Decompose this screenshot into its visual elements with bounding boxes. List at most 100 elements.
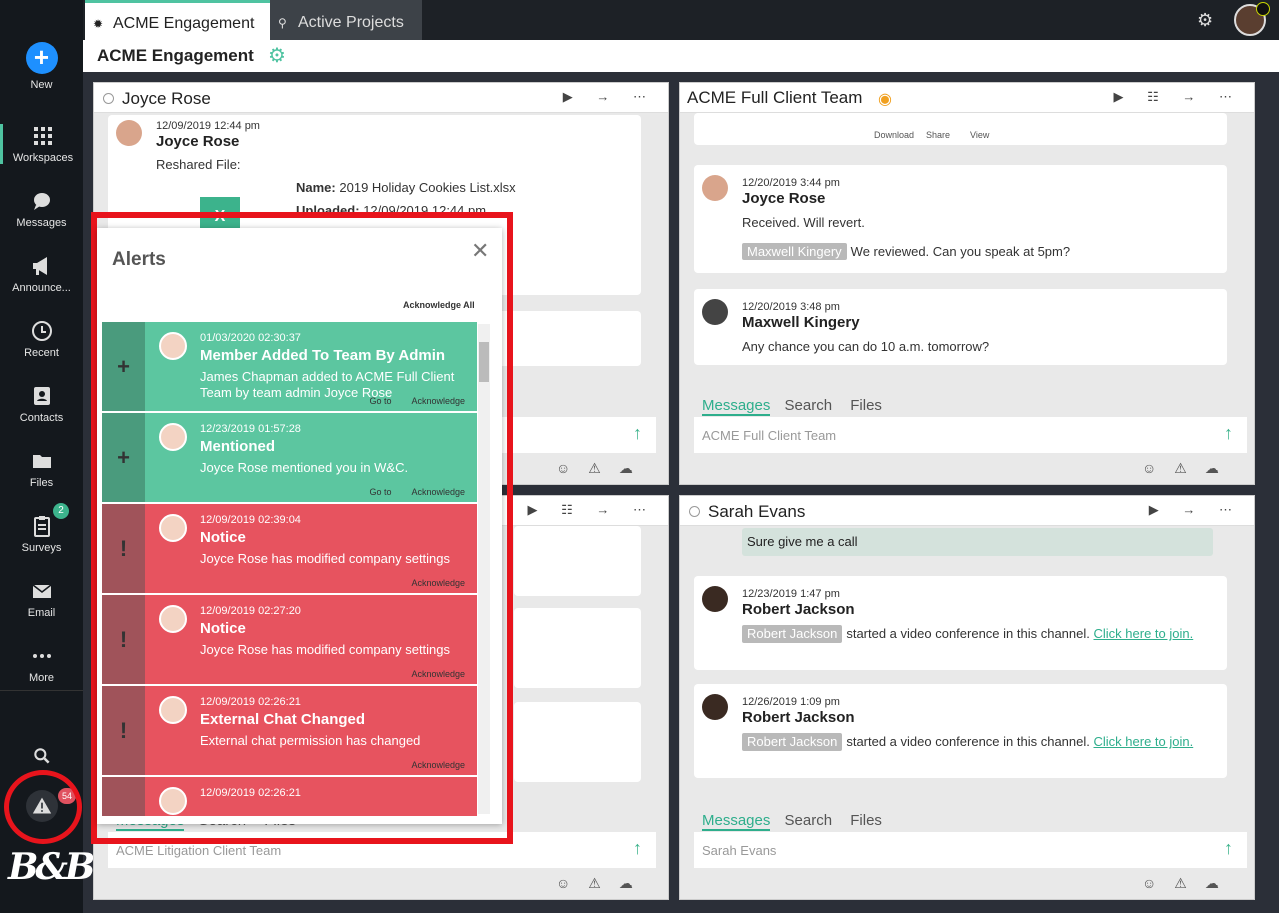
new-button[interactable]: + New [0,42,83,91]
alert-item[interactable]: 12/09/2019 02:26:21 [102,777,477,816]
alert-item[interactable]: + 12/23/2019 01:57:28 Mentioned Joyce Ro… [102,413,477,502]
exclamation-icon: ! [102,504,145,593]
input-placeholder: Sarah Evans [702,843,777,858]
input-tools[interactable]: ☺⚠☁ [1142,875,1237,892]
sidebar: + New Workspaces Messages Announce... Re… [0,0,95,913]
acknowledge-link[interactable]: Acknowledge [411,487,465,497]
workspace-settings-icon[interactable]: ⚙ [268,43,286,68]
scrollbar-thumb[interactable] [479,342,489,382]
alert-actions: Go to Acknowledge [349,396,465,406]
goto-link[interactable]: Go to [369,396,391,406]
plus-icon: + [102,322,145,411]
input-tools[interactable]: ☺⚠☁ [1142,460,1237,477]
status-clock-icon [1256,2,1270,16]
send-arrow-icon[interactable]: ↑ [633,838,642,859]
sidebar-label-contacts: Contacts [19,412,64,424]
alert-actions: Acknowledge [391,760,465,770]
panel-actions[interactable]: ▶ → ⋯ [1149,502,1242,518]
sidebar-label-more: More [28,672,55,684]
avatar [159,696,187,724]
alert-heading: Mentioned [200,438,275,455]
sidebar-item-contacts[interactable]: Contacts [0,384,83,424]
alert-heading: Member Added To Team By Admin [200,347,446,364]
avatar [159,514,187,542]
message-date: 12/20/2019 3:48 pm [742,301,840,313]
input-tools[interactable]: ☺⚠☁ [556,875,651,892]
share-link[interactable]: Share [926,130,950,140]
tab-acme-engagement[interactable]: ✹ ACME Engagement [85,0,270,40]
panel-actions[interactable]: ▶ ☷ → ⋯ [528,502,657,518]
settings-gear-icon[interactable]: ⚙ [1197,10,1213,31]
message-author: Maxwell Kingery [742,314,860,331]
tab-messages[interactable]: Messages [702,812,771,831]
panel-actions[interactable]: ▶ ☷ → ⋯ [1114,89,1243,105]
alerts-scrollbar[interactable] [478,324,490,814]
sidebar-item-workspaces[interactable]: Workspaces [0,124,83,164]
alert-item[interactable]: + 01/03/2020 02:30:37 Member Added To Te… [102,322,477,411]
acknowledge-link[interactable]: Acknowledge [411,578,465,588]
panel-actions[interactable]: ▶ → ⋯ [563,89,656,105]
panel-header: ACME Full Client Team ◉ ▶ ☷ → ⋯ [680,83,1254,113]
view-link[interactable]: View [970,130,989,140]
pin-icon: ✹ [93,17,104,31]
send-arrow-icon[interactable]: ↑ [1224,423,1233,444]
sidebar-item-messages[interactable]: Messages [0,189,83,229]
goto-link[interactable]: Go to [369,487,391,497]
message-text: Any chance you can do 10 a.m. tomorrow? [742,339,990,354]
acknowledge-all-button[interactable]: Acknowledge All [403,300,475,310]
message-date: 12/26/2019 1:09 pm [742,696,840,708]
plus-icon: + [25,42,58,74]
sidebar-item-recent[interactable]: Recent [0,319,83,359]
acknowledge-link[interactable]: Acknowledge [411,760,465,770]
acknowledge-link[interactable]: Acknowledge [411,396,465,406]
message-text: Reshared File: [156,157,241,172]
sidebar-item-surveys[interactable]: Surveys [0,514,83,554]
alerts-list: + 01/03/2020 02:30:37 Member Added To Te… [102,322,477,816]
alert-date: 12/09/2019 02:27:20 [200,605,301,617]
search-icon[interactable] [30,746,54,770]
exclamation-icon [102,777,145,816]
message-card: 12/20/2019 3:44 pm Joyce Rose Received. … [694,165,1227,273]
sidebar-item-announcements[interactable]: Announce... [0,254,83,294]
tab-search[interactable]: Search [785,812,833,829]
file-actions-card: Download Share View [694,113,1227,145]
alert-actions: Acknowledge [391,578,465,588]
file-name-label: Name: [296,180,336,195]
sidebar-item-files[interactable]: Files [0,449,83,489]
message-input[interactable]: ACME Full Client Team ↑ [694,417,1247,453]
alert-heading: External Chat Changed [200,711,366,728]
exclamation-icon: ! [102,595,145,684]
folder-icon [32,455,51,468]
send-arrow-icon[interactable]: ↑ [633,423,642,444]
close-icon[interactable]: ✕ [471,238,489,264]
join-link[interactable]: Click here to join. [1094,626,1194,641]
tab-search[interactable]: Search [785,397,833,414]
alert-item[interactable]: ! 12/09/2019 02:39:04 Notice Joyce Rose … [102,504,477,593]
join-link[interactable]: Click here to join. [1094,734,1194,749]
message-card [514,608,641,688]
send-arrow-icon[interactable]: ↑ [1224,838,1233,859]
message-text: Received. Will revert. [742,215,865,230]
alert-item[interactable]: ! 12/09/2019 02:27:20 Notice Joyce Rose … [102,595,477,684]
file-name: 2019 Holiday Cookies List.xlsx [339,180,516,195]
reply-text: We reviewed. Can you speak at 5pm? [850,244,1071,259]
page-title: ACME Engagement [97,46,254,65]
sidebar-item-email[interactable]: Email [0,579,83,619]
acknowledge-link[interactable]: Acknowledge [411,669,465,679]
alert-heading: Notice [200,529,246,546]
tab-active-projects[interactable]: ⚲ Active Projects [270,0,422,40]
sidebar-item-more[interactable]: More [0,644,83,684]
tab-messages[interactable]: Messages [702,397,771,416]
exclamation-icon: ! [102,686,145,775]
message-input[interactable]: Sarah Evans ↑ [694,832,1247,868]
input-tools[interactable]: ☺⚠☁ [556,460,651,477]
alert-item[interactable]: ! 12/09/2019 02:26:21 External Chat Chan… [102,686,477,775]
tab-files[interactable]: Files [850,397,882,414]
panel-title: ACME Full Client Team [687,88,863,107]
envelope-icon [32,584,51,598]
panel-title: Sarah Evans [708,502,806,521]
download-link[interactable]: Download [874,130,914,140]
tab-files[interactable]: Files [850,812,882,829]
chat-icon [33,193,50,210]
status-circle-icon [103,93,114,104]
